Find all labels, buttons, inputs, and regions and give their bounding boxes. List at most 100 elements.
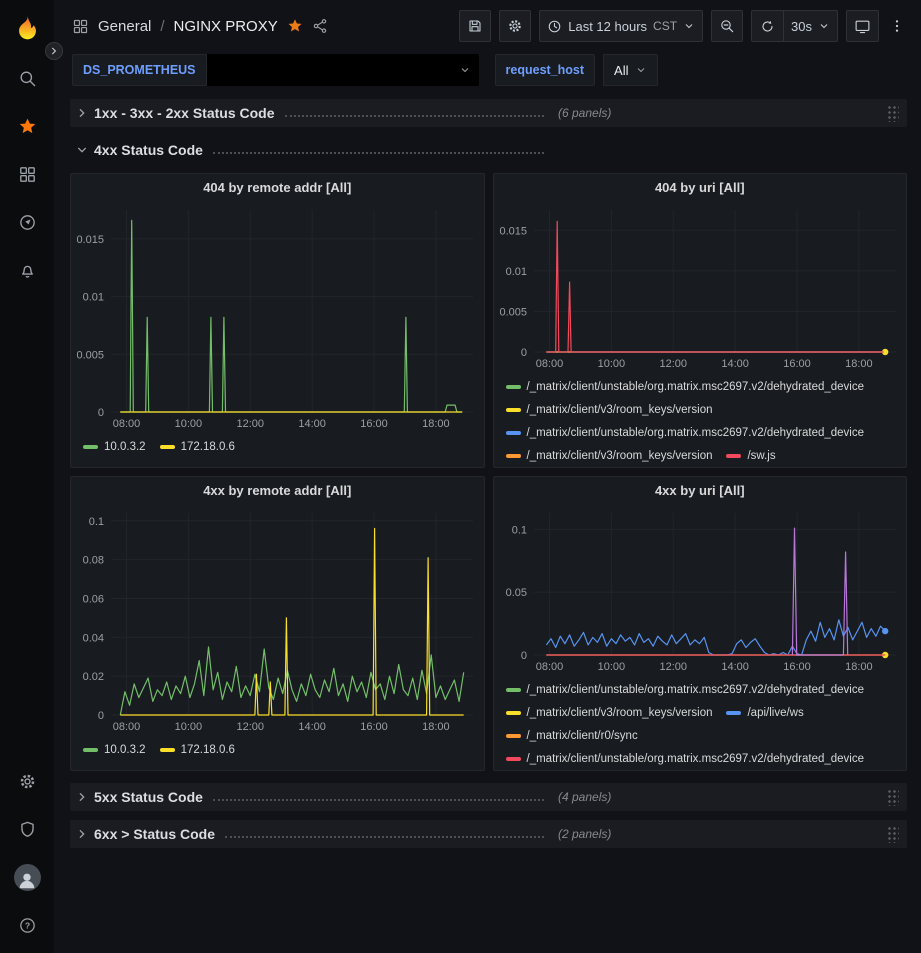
sidebar-item-configuration[interactable] — [0, 757, 54, 805]
legend-swatch — [506, 431, 521, 435]
request-host-variable-dropdown[interactable]: All — [603, 54, 658, 86]
sidebar-item-search[interactable] — [0, 54, 54, 102]
legend-item[interactable]: 172.18.0.6 — [160, 435, 235, 458]
monitor-icon — [854, 18, 871, 35]
refresh-interval-dropdown[interactable]: 30s — [783, 10, 838, 42]
row-drag-handle[interactable] — [886, 788, 899, 806]
dashboard-settings-button[interactable] — [499, 10, 531, 42]
legend-item[interactable]: /_matrix/client/unstable/org.matrix.msc2… — [506, 747, 865, 770]
gear-icon — [507, 18, 523, 34]
favorite-star-button[interactable] — [287, 18, 303, 34]
row-toggle-1xx-3xx-2xx[interactable]: 1xx - 3xx - 2xx Status Code (6 panels) — [70, 99, 907, 127]
more-options-button[interactable] — [887, 10, 907, 42]
legend-item[interactable]: 172.18.0.6 — [160, 738, 235, 761]
legend-swatch — [506, 711, 521, 715]
save-dashboard-button[interactable] — [459, 10, 491, 42]
panel-title[interactable]: 404 by uri [All] — [494, 174, 907, 202]
sidebar-item-profile[interactable] — [0, 853, 54, 901]
breadcrumb-folder[interactable]: General — [98, 18, 151, 35]
row-title: 4xx Status Code — [94, 142, 203, 158]
sidebar-item-starred[interactable] — [0, 102, 54, 150]
svg-text:12:00: 12:00 — [236, 721, 264, 733]
request-host-variable-value: All — [614, 63, 628, 78]
sidebar-item-alerting[interactable] — [0, 246, 54, 294]
legend-item[interactable]: /_matrix/client/unstable/org.matrix.msc2… — [506, 678, 865, 701]
svg-text:0.01: 0.01 — [83, 292, 104, 304]
panel-legend: /_matrix/client/unstable/org.matrix.msc2… — [494, 675, 907, 770]
legend-item[interactable]: /_matrix/client/v3/room_keys/version — [506, 701, 713, 724]
legend-label: /api/live/ws — [747, 707, 803, 719]
time-series-plot[interactable]: 08:0010:0012:0014:0016:0018:0000.020.040… — [71, 505, 483, 735]
legend-item[interactable]: /sw.js — [726, 444, 775, 467]
time-range-picker[interactable]: Last 12 hours CST — [539, 10, 703, 42]
row-drag-handle[interactable] — [886, 104, 899, 122]
legend-label: /_matrix/client/unstable/org.matrix.msc2… — [527, 684, 865, 696]
row-panel-count: (2 panels) — [558, 827, 611, 841]
flame-icon — [14, 14, 41, 41]
svg-text:16:00: 16:00 — [360, 721, 388, 733]
time-series-plot[interactable]: 08:0010:0012:0014:0016:0018:0000.050.1 — [494, 505, 906, 675]
breadcrumb-dashboard-title[interactable]: NGINX PROXY — [174, 18, 278, 35]
panel-title[interactable]: 404 by remote addr [All] — [71, 174, 484, 202]
svg-text:08:00: 08:00 — [113, 721, 141, 733]
row-panel-count: (6 panels) — [558, 106, 611, 120]
svg-text:16:00: 16:00 — [783, 661, 811, 673]
row-title: 1xx - 3xx - 2xx Status Code — [94, 105, 275, 121]
legend-swatch — [506, 757, 521, 761]
sidebar-item-dashboards[interactable] — [0, 150, 54, 198]
panel-legend: 10.0.3.2 172.18.0.6 — [71, 432, 484, 467]
svg-text:10:00: 10:00 — [597, 358, 625, 370]
svg-text:12:00: 12:00 — [659, 661, 687, 673]
legend-item[interactable]: /api/live/ws — [726, 701, 803, 724]
svg-text:16:00: 16:00 — [783, 358, 811, 370]
legend-label: /sw.js — [747, 450, 775, 462]
svg-text:14:00: 14:00 — [298, 721, 326, 733]
legend-item[interactable]: /_matrix/client/r0/sync — [506, 724, 638, 747]
svg-text:0.01: 0.01 — [505, 266, 526, 278]
sidebar-item-explore[interactable] — [0, 198, 54, 246]
request-host-variable: request_host All — [495, 54, 659, 86]
chevron-right-icon — [76, 107, 88, 119]
request-host-variable-label: request_host — [495, 54, 596, 86]
legend-swatch — [726, 454, 741, 458]
row-toggle-6xx[interactable]: 6xx > Status Code (2 panels) — [70, 820, 907, 848]
svg-text:08:00: 08:00 — [535, 358, 563, 370]
legend-item[interactable]: /_matrix/client/unstable/org.matrix.msc2… — [506, 375, 865, 398]
legend-item[interactable]: 10.0.3.2 — [83, 738, 146, 761]
svg-text:14:00: 14:00 — [721, 358, 749, 370]
panel-title[interactable]: 4xx by remote addr [All] — [71, 477, 484, 505]
star-icon — [287, 18, 303, 34]
legend-item[interactable]: /_matrix/client/v3/room_keys/version — [506, 398, 713, 421]
panel-title[interactable]: 4xx by uri [All] — [494, 477, 907, 505]
sidebar-expand-button[interactable] — [45, 42, 63, 60]
legend-swatch — [506, 385, 521, 389]
share-button[interactable] — [312, 18, 328, 34]
datasource-variable: DS_PROMETHEUS — [72, 54, 479, 86]
time-series-plot[interactable]: 08:0010:0012:0014:0016:0018:0000.0050.01… — [494, 202, 906, 372]
legend-swatch — [83, 445, 98, 449]
legend-item[interactable]: 10.0.3.2 — [83, 435, 146, 458]
legend-item[interactable]: /_matrix/client/v3/room_keys/version — [506, 444, 713, 467]
save-icon — [467, 18, 483, 34]
svg-text:08:00: 08:00 — [535, 661, 563, 673]
svg-text:0: 0 — [520, 650, 526, 662]
datasource-variable-dropdown[interactable] — [207, 54, 479, 86]
refresh-button[interactable] — [751, 10, 783, 42]
zoom-out-icon — [719, 18, 735, 34]
legend-item[interactable]: /_matrix/client/unstable/org.matrix.msc2… — [506, 421, 865, 444]
svg-text:0.015: 0.015 — [76, 234, 104, 246]
star-icon — [18, 117, 37, 136]
breadcrumb: General / NGINX PROXY — [72, 18, 328, 35]
row-toggle-5xx[interactable]: 5xx Status Code (4 panels) — [70, 783, 907, 811]
row-drag-handle[interactable] — [886, 825, 899, 843]
row-dots — [225, 836, 544, 838]
svg-text:0.06: 0.06 — [83, 593, 104, 605]
svg-text:12:00: 12:00 — [236, 418, 264, 430]
sidebar-item-help[interactable]: ? — [0, 901, 54, 949]
sidebar-item-server-admin[interactable] — [0, 805, 54, 853]
kiosk-mode-button[interactable] — [846, 10, 879, 42]
zoom-out-time-button[interactable] — [711, 10, 743, 42]
panel-grid: 404 by remote addr [All] 08:0010:0012:00… — [70, 173, 907, 771]
time-series-plot[interactable]: 08:0010:0012:0014:0016:0018:0000.0050.01… — [71, 202, 483, 432]
row-toggle-4xx[interactable]: 4xx Status Code — [70, 136, 907, 164]
